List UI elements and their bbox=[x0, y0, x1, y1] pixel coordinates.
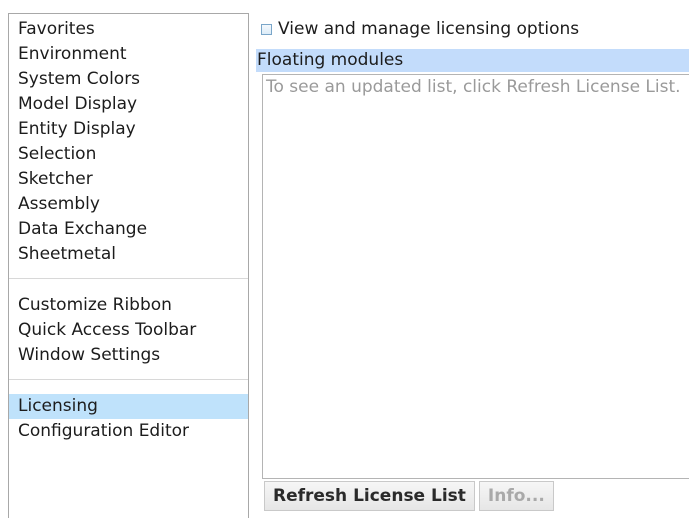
category-item-quick-access-toolbar[interactable]: Quick Access Toolbar bbox=[9, 318, 248, 343]
checkbox-icon[interactable] bbox=[261, 23, 272, 35]
category-item-customize-ribbon[interactable]: Customize Ribbon bbox=[9, 293, 248, 318]
category-group-system: Licensing Configuration Editor bbox=[9, 394, 248, 444]
license-action-buttons: Refresh License List Info... bbox=[264, 481, 554, 511]
category-list: Favorites Environment System Colors Mode… bbox=[8, 13, 249, 518]
category-item-selection[interactable]: Selection bbox=[9, 142, 248, 167]
category-divider bbox=[9, 379, 248, 380]
licensing-options-row[interactable]: View and manage licensing options bbox=[261, 16, 579, 42]
refresh-license-list-button[interactable]: Refresh License List bbox=[264, 481, 475, 511]
category-item-configuration-editor[interactable]: Configuration Editor bbox=[9, 419, 248, 444]
licensing-panel: View and manage licensing options Floati… bbox=[256, 13, 689, 518]
category-item-favorites[interactable]: Favorites bbox=[9, 17, 248, 42]
licensing-options-label: View and manage licensing options bbox=[278, 19, 580, 39]
floating-modules-header: Floating modules bbox=[256, 49, 689, 72]
category-group-general: Favorites Environment System Colors Mode… bbox=[9, 17, 248, 267]
category-item-system-colors[interactable]: System Colors bbox=[9, 67, 248, 92]
category-divider bbox=[9, 278, 248, 279]
category-item-sketcher[interactable]: Sketcher bbox=[9, 167, 248, 192]
category-item-environment[interactable]: Environment bbox=[9, 42, 248, 67]
category-item-data-exchange[interactable]: Data Exchange bbox=[9, 217, 248, 242]
category-item-licensing[interactable]: Licensing bbox=[9, 394, 248, 419]
category-item-entity-display[interactable]: Entity Display bbox=[9, 117, 248, 142]
list-hint-text: To see an updated list, click Refresh Li… bbox=[266, 77, 681, 97]
category-group-customization: Customize Ribbon Quick Access Toolbar Wi… bbox=[9, 293, 248, 368]
category-item-window-settings[interactable]: Window Settings bbox=[9, 343, 248, 368]
options-dialog: Favorites Environment System Colors Mode… bbox=[0, 0, 689, 518]
info-button[interactable]: Info... bbox=[478, 481, 554, 511]
category-item-model-display[interactable]: Model Display bbox=[9, 92, 248, 117]
category-item-assembly[interactable]: Assembly bbox=[9, 192, 248, 217]
floating-modules-list[interactable]: To see an updated list, click Refresh Li… bbox=[262, 74, 689, 479]
category-item-sheetmetal[interactable]: Sheetmetal bbox=[9, 242, 248, 267]
